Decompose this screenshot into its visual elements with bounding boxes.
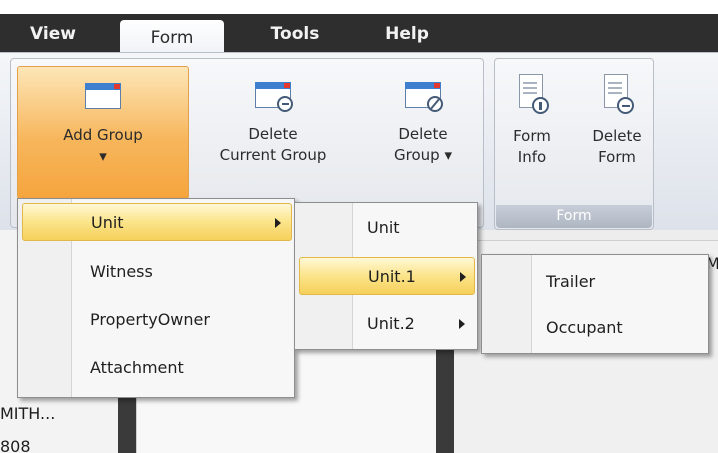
add-group-label: Add Group ▾ [63, 126, 143, 165]
add-window-icon [83, 79, 123, 113]
delete-document-icon [600, 74, 634, 114]
background-cell: 808 [0, 437, 31, 453]
form-group-caption: Form [496, 205, 652, 228]
add-group-menu: Unit Witness PropertyOwner Attachment [17, 198, 295, 398]
menu-item-unit[interactable]: Unit [22, 203, 292, 241]
submenu-arrow-icon [460, 272, 466, 282]
tab-help[interactable]: Help [372, 14, 442, 56]
ribbon-tab-bar: View Form Tools Help [0, 14, 718, 58]
delete-current-group-label: Delete Current Group [219, 125, 327, 164]
menu-item-label: Unit.1 [368, 267, 416, 286]
background-cell: MITH... [0, 404, 56, 423]
add-group-button[interactable]: Add Group ▾ [17, 66, 189, 199]
delete-current-group-button[interactable]: Delete Current Group [198, 66, 348, 199]
tab-tools[interactable]: Tools [255, 14, 335, 56]
menu-item-occupant[interactable]: Occupant [486, 309, 706, 347]
menu-item-attachment[interactable]: Attachment [22, 349, 292, 387]
menu-item-trailer[interactable]: Trailer [486, 263, 706, 301]
menu-item-label: Unit [91, 213, 124, 232]
form-info-button[interactable]: Form Info [500, 66, 564, 199]
delete-window-icon [253, 78, 293, 112]
menu-item-unit-2[interactable]: Unit.2 [299, 305, 475, 343]
tab-view[interactable]: View [18, 14, 88, 56]
info-document-icon [515, 74, 549, 114]
delete-form-label: Delete Form [592, 127, 642, 166]
delete-group-label: Delete Group ▾ [394, 125, 452, 164]
unit-submenu: Unit Unit.1 Unit.2 [294, 202, 478, 350]
title-strip [0, 0, 718, 14]
submenu-arrow-icon [459, 319, 465, 329]
delete-group-button[interactable]: Delete Group ▾ [372, 66, 474, 199]
menu-item-unit[interactable]: Unit [299, 209, 475, 247]
delete-form-button[interactable]: Delete Form [584, 66, 650, 199]
form-info-label: Form Info [513, 127, 551, 166]
menu-item-property-owner[interactable]: PropertyOwner [22, 301, 292, 339]
menu-item-witness[interactable]: Witness [22, 253, 292, 291]
menu-item-unit-1[interactable]: Unit.1 [299, 257, 475, 295]
submenu-arrow-icon [275, 218, 281, 228]
edit-window-icon [403, 78, 443, 112]
menu-item-label: Unit.2 [367, 314, 415, 333]
unit-1-submenu: Trailer Occupant [481, 254, 709, 354]
